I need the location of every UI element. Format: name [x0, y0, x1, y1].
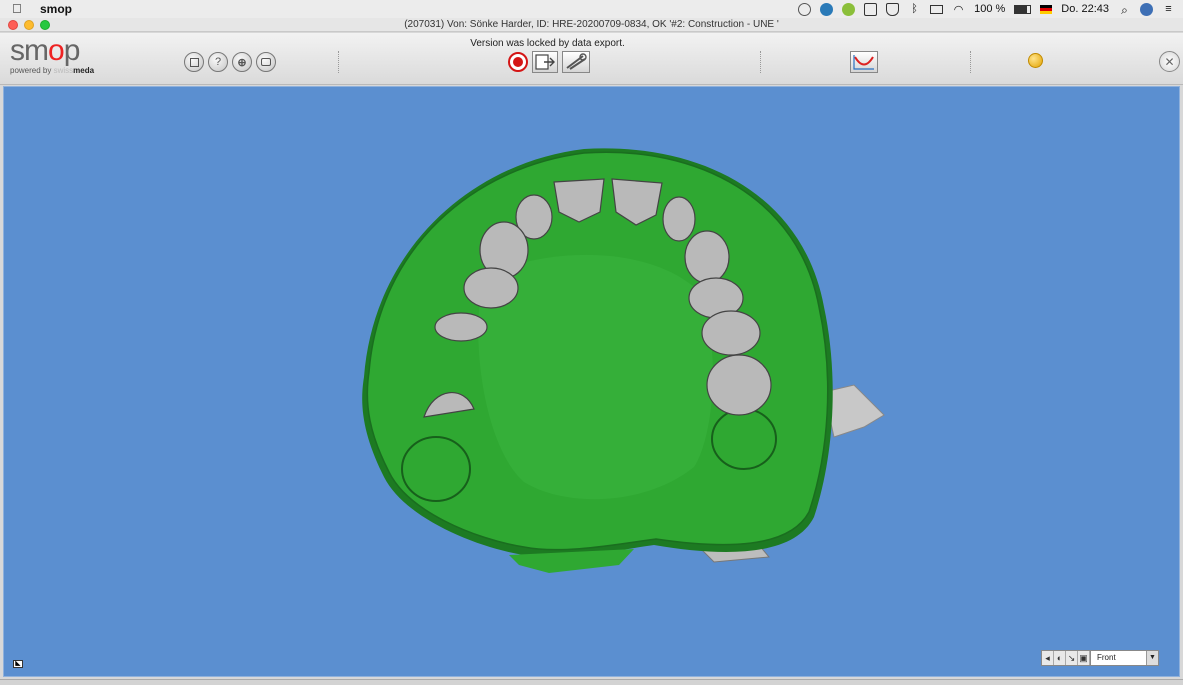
tooth-lateral-right [662, 196, 696, 242]
fit-view-icon[interactable]: ▣ [1078, 651, 1090, 665]
window-titlebar: (207031) Von: Sönke Harder, ID: HRE-2020… [0, 18, 1183, 32]
dental-model-render[interactable] [4, 87, 1180, 677]
toolbar-separator [338, 51, 339, 73]
lock-icon [513, 57, 523, 67]
3d-viewport[interactable]: ◣ [3, 86, 1180, 677]
tools-button[interactable] [562, 51, 590, 73]
notification-center-icon[interactable]: ≡ [1162, 3, 1175, 16]
spotlight-search-icon[interactable]: ⌕ [1118, 3, 1131, 17]
help-button[interactable]: ? [208, 52, 228, 72]
rotate-left-icon[interactable]: ◂ [1042, 651, 1054, 665]
wifi-icon[interactable]: ◠ [952, 3, 965, 16]
siri-icon[interactable] [1140, 2, 1153, 16]
menu-clock[interactable]: Do. 22:43 [1061, 3, 1109, 15]
curve-icon [853, 55, 874, 70]
add-button[interactable]: ⊕ [232, 52, 252, 72]
sync-icon[interactable] [820, 2, 834, 16]
battery-percent: 100 % [974, 3, 1006, 15]
status-bar [0, 679, 1183, 685]
screenshot-button[interactable] [256, 52, 276, 72]
export-button[interactable] [532, 51, 558, 73]
apple-menu-icon[interactable]:  [12, 2, 26, 16]
tooth-molar-right [706, 354, 772, 416]
tooth-premolar-left [463, 267, 519, 309]
menu-bar:  smop ᛒ ◠ 100 % Do. 22:43 ⌕ ≡ [0, 0, 1183, 18]
axis-indicator-icon[interactable]: ◣ [13, 660, 23, 668]
evernote-icon[interactable] [842, 2, 856, 16]
logo-tagline: powered by swissmeda [10, 66, 95, 75]
chevron-down-icon: ▼ [1146, 651, 1158, 665]
tooth-premolar-right-2 [701, 310, 761, 356]
smop-logo: smop powered by swissmeda [10, 35, 120, 81]
scan-fragment-right [823, 384, 885, 438]
reset-view-icon[interactable]: ◐ [1054, 651, 1066, 665]
view-select-value: Front [1097, 653, 1116, 662]
export-icon [535, 54, 555, 70]
help-icon: ? [214, 56, 222, 68]
camera-icon [261, 58, 271, 66]
german-flag-icon[interactable] [1040, 4, 1053, 14]
window-title: (207031) Von: Sönke Harder, ID: HRE-2020… [404, 19, 779, 30]
app-name-menu[interactable]: smop [40, 2, 72, 16]
view-controls: ◂ ◐ ↘ ▣ Front ▼ [1041, 650, 1159, 666]
keyboard-icon[interactable] [930, 4, 944, 14]
cc-icon[interactable] [798, 2, 812, 16]
tooth-canine-right [684, 230, 730, 284]
curve-tool-button[interactable] [850, 51, 878, 73]
close-icon: ✕ [1164, 54, 1175, 69]
app-toolbar: smop powered by swissmeda ? ⊕ Version wa… [0, 33, 1183, 85]
tooth-premolar-left-2 [434, 312, 488, 342]
bluetooth-icon[interactable]: ᛒ [908, 3, 921, 16]
toolbar-separator [760, 51, 761, 73]
status-menus: ᛒ ◠ 100 % Do. 22:43 ⌕ ≡ [798, 0, 1175, 18]
tools-icon [566, 53, 587, 70]
pan-icon[interactable]: ↘ [1066, 651, 1078, 665]
locked-message: Version was locked by data export. [470, 38, 625, 49]
battery-icon[interactable] [1014, 4, 1032, 14]
display-icon[interactable] [864, 2, 878, 16]
app-close-button[interactable]: ✕ [1159, 51, 1180, 72]
add-icon: ⊕ [237, 56, 247, 69]
save-button[interactable] [184, 52, 204, 72]
status-orb[interactable] [1028, 53, 1043, 68]
lock-button[interactable] [508, 52, 528, 72]
toolbar-separator [970, 51, 971, 73]
view-select[interactable]: Front ▼ [1090, 651, 1158, 665]
shield-icon[interactable] [886, 2, 900, 16]
logo-wordmark: smop [10, 34, 80, 67]
save-icon [189, 57, 199, 67]
